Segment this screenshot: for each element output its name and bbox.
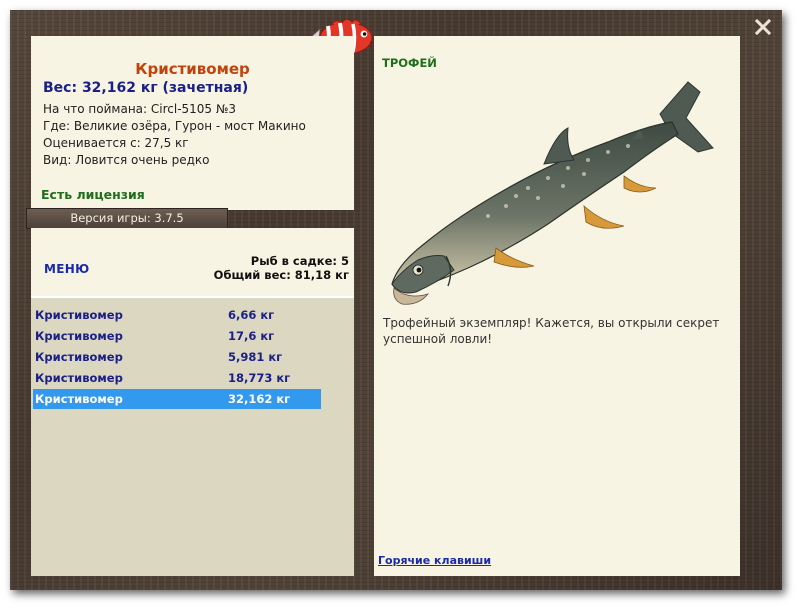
fish-weight: Вес: 32,162 кг (зачетная) <box>43 80 249 96</box>
fish-info-panel: Кристивомер Вес: 32,162 кг (зачетная) На… <box>31 36 354 210</box>
menu-button[interactable]: меню <box>44 262 89 276</box>
catch-name: Кристивомер <box>35 350 123 364</box>
license-status: Есть лицензия <box>41 187 145 202</box>
location-text: Где: Великие озёра, Гурон - мост Макино <box>43 119 306 133</box>
version-number: 3.7.5 <box>154 211 184 225</box>
catch-name: Кристивомер <box>35 371 123 385</box>
rarity-text: Вид: Ловится очень редко <box>43 153 210 167</box>
catch-weight: 18,773 кг <box>228 371 291 385</box>
fish-count: Рыб в садке: 5 <box>250 254 349 268</box>
list-item[interactable]: Кристивомер 5,981 кг <box>33 347 321 367</box>
catch-name: Кристивомер <box>35 329 123 343</box>
fish-name-title: Кристивомер <box>135 60 250 78</box>
list-item[interactable]: Кристивомер 17,6 кг <box>33 326 321 346</box>
keepnet-summary: Рыб в садке: 5 Общий вес: 81,18 кг <box>214 254 349 282</box>
catch-name: Кристивомер <box>35 308 123 322</box>
rated-from-text: Оценивается с: 27,5 кг <box>43 136 189 150</box>
list-item-selected[interactable]: Кристивомер 32,162 кг <box>33 389 321 409</box>
hotkeys-link[interactable]: Горячие клавиши <box>378 554 491 567</box>
caught-on-text: На что поймана: Circl-5105 №3 <box>43 102 236 116</box>
close-x-icon <box>754 18 772 36</box>
trophy-description: Трофейный экземпляр! Кажется, вы открыли… <box>383 316 720 346</box>
catch-weight: 5,981 кг <box>228 350 283 364</box>
total-weight: Общий вес: 81,18 кг <box>213 268 349 282</box>
version-label: Версия игры: <box>70 211 151 225</box>
catch-weight: 6,66 кг <box>228 308 275 322</box>
list-item[interactable]: Кристивомер 6,66 кг <box>33 305 321 325</box>
trophy-panel: ТРОФЕЙ Трофейный экземпляр! Кажется, вы … <box>374 36 740 576</box>
catch-list: Кристивомер 6,66 кг Кристивомер 17,6 кг … <box>31 296 354 576</box>
catch-weight: 32,162 кг <box>228 392 291 406</box>
game-version-bar: Версия игры: 3.7.5 <box>26 208 228 229</box>
catch-name: Кристивомер <box>35 392 123 406</box>
keepnet-header: меню Рыб в садке: 5 Общий вес: 81,18 кг <box>31 228 354 296</box>
close-button[interactable] <box>752 16 774 38</box>
list-item[interactable]: Кристивомер 18,773 кг <box>33 368 321 388</box>
catch-weight: 17,6 кг <box>228 329 275 343</box>
lake-trout-fish-image <box>391 81 714 305</box>
